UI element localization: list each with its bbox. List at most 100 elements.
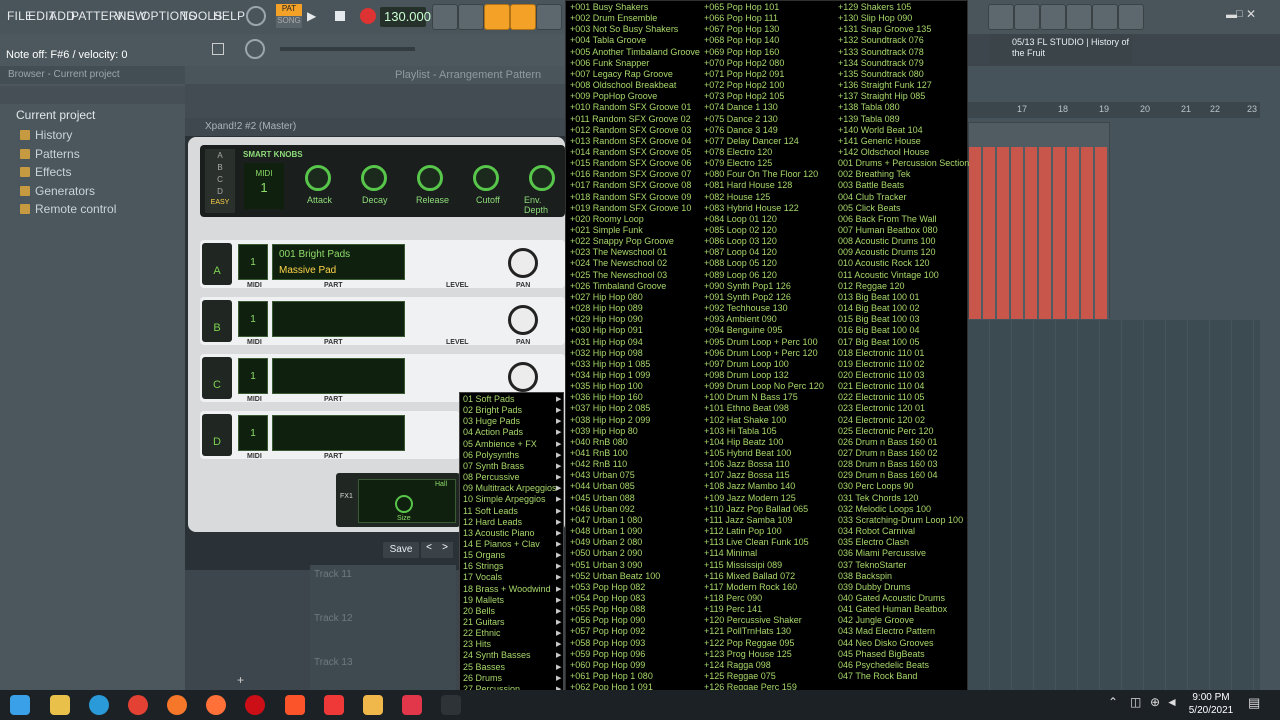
preset-menu-item[interactable]: +088 Loop 05 120 bbox=[704, 258, 777, 268]
preset-menu-item[interactable]: +003 Not So Busy Shakers bbox=[570, 24, 678, 34]
preset-menu-item[interactable]: +097 Drum Loop 100 bbox=[704, 359, 789, 369]
preset-menu-item[interactable]: 033 Scratching-Drum Loop 100 bbox=[838, 515, 963, 525]
preset-menu-item[interactable]: +033 Hip Hop 1 085 bbox=[570, 359, 650, 369]
preset-menu-item[interactable]: +084 Loop 01 120 bbox=[704, 214, 777, 224]
preset-menu-item[interactable]: +130 Slip Hop 090 bbox=[838, 13, 912, 23]
brave-icon[interactable] bbox=[285, 695, 305, 715]
preset-menu-item[interactable]: +133 Soundtrack 078 bbox=[838, 47, 924, 57]
save-icon[interactable] bbox=[1066, 4, 1092, 30]
preset-menu-item[interactable]: +067 Pop Hop 130 bbox=[704, 24, 779, 34]
preset-menu-item[interactable]: +049 Urban 2 080 bbox=[570, 537, 642, 547]
part-a[interactable]: A bbox=[205, 151, 235, 160]
part-b-patch[interactable] bbox=[272, 301, 405, 337]
preset-menu-item[interactable]: 015 Big Beat 100 03 bbox=[838, 314, 920, 324]
preset-menu-item[interactable]: +025 The Newschool 03 bbox=[570, 270, 667, 280]
preset-menu-item[interactable]: +142 Oldschool House bbox=[838, 147, 929, 157]
preset-menu-item[interactable]: 002 Breathing Tek bbox=[838, 169, 910, 179]
preset-menu-item[interactable]: 010 Acoustic Rock 120 bbox=[838, 258, 930, 268]
preset-menu-item[interactable]: +069 Pop Hop 160 bbox=[704, 47, 779, 57]
playlist-ruler[interactable]: 17 18 19 20 21 22 23 bbox=[968, 102, 1260, 118]
preset-menu-item[interactable]: 043 Mad Electro Pattern bbox=[838, 626, 935, 636]
preset-menu-item[interactable]: 011 Acoustic Vintage 100 bbox=[838, 270, 939, 280]
vivaldi-icon[interactable] bbox=[324, 695, 344, 715]
playlist-grid[interactable] bbox=[968, 320, 1260, 690]
fx-display[interactable]: Hall Size bbox=[358, 479, 456, 523]
preset-menu-item[interactable]: +087 Loop 04 120 bbox=[704, 247, 777, 257]
preset-menu-item[interactable]: 036 Miami Percussive bbox=[838, 548, 926, 558]
tempo-display[interactable]: 130.000 bbox=[380, 7, 431, 27]
preset-menu-item[interactable]: +105 Hybrid Beat 100 bbox=[704, 448, 791, 458]
preset-menu-item[interactable]: 044 Neo Disko Grooves bbox=[838, 638, 934, 648]
category-item[interactable]: 07 Synth Brass bbox=[463, 461, 524, 471]
preset-menu-item[interactable]: +096 Drum Loop + Perc 120 bbox=[704, 348, 818, 358]
preset-menu-item[interactable]: +070 Pop Hop2 080 bbox=[704, 58, 784, 68]
preset-menu-item[interactable]: +028 Hip Hop 089 bbox=[570, 303, 643, 313]
preset-menu-item[interactable]: +108 Jazz Mambo 140 bbox=[704, 481, 795, 491]
part-b-pan-knob[interactable] bbox=[508, 305, 538, 335]
preset-menu-item[interactable]: +040 RnB 080 bbox=[570, 437, 628, 447]
preset-menu-item[interactable]: 008 Acoustic Drums 100 bbox=[838, 236, 936, 246]
preset-menu-item[interactable]: 031 Tek Chords 120 bbox=[838, 493, 918, 503]
part-c-patch[interactable] bbox=[272, 358, 405, 394]
preset-menu-item[interactable]: 034 Robot Carnival bbox=[838, 526, 915, 536]
preset-menu-item[interactable]: +004 Tabla Groove bbox=[570, 35, 646, 45]
master-pitch-slider[interactable] bbox=[280, 47, 415, 51]
preset-menu-item[interactable]: +116 Mixed Ballad 072 bbox=[704, 571, 795, 581]
network-icon[interactable]: ◫ bbox=[1130, 695, 1150, 715]
preset-menu-item[interactable]: 035 Electro Clash bbox=[838, 537, 909, 547]
preset-menu-item[interactable]: 046 Psychedelic Beats bbox=[838, 660, 929, 670]
preset-menu-item[interactable]: 042 Jungle Groove bbox=[838, 615, 914, 625]
preset-menu-item[interactable]: +085 Loop 02 120 bbox=[704, 225, 777, 235]
preset-menu-item[interactable]: +074 Dance 1 130 bbox=[704, 102, 778, 112]
preset-menu-item[interactable]: +056 Pop Hop 090 bbox=[570, 615, 645, 625]
preset-menu-item[interactable]: +051 Urban 3 090 bbox=[570, 560, 642, 570]
preset-menu-item[interactable]: 030 Perc Loops 90 bbox=[838, 481, 914, 491]
preset-menu-item[interactable]: +010 Random SFX Groove 01 bbox=[570, 102, 691, 112]
app-icon[interactable] bbox=[441, 695, 461, 715]
pat-toggle[interactable]: PAT bbox=[276, 4, 302, 16]
preset-menu-item[interactable]: +139 Tabla 089 bbox=[838, 114, 900, 124]
preset-menu-item[interactable]: +090 Synth Pop1 126 bbox=[704, 281, 791, 291]
preset-menu-item[interactable]: +018 Random SFX Groove 09 bbox=[570, 192, 691, 202]
part-d-midi[interactable]: 1 bbox=[238, 415, 268, 451]
preset-menu-item[interactable]: +124 Ragga 098 bbox=[704, 660, 771, 670]
category-item[interactable]: 02 Bright Pads bbox=[463, 405, 522, 415]
part-d[interactable]: D bbox=[205, 187, 235, 196]
preset-menu-item[interactable]: +019 Random SFX Groove 10 bbox=[570, 203, 691, 213]
preset-menu-item[interactable]: +055 Pop Hop 088 bbox=[570, 604, 645, 614]
preset-menu-item[interactable]: +044 Urban 085 bbox=[570, 481, 635, 491]
preset-menu-item[interactable]: +111 Jazz Samba 109 bbox=[704, 515, 792, 525]
preset-menu-item[interactable]: +013 Random SFX Groove 04 bbox=[570, 136, 691, 146]
preset-menu-item[interactable]: 016 Big Beat 100 04 bbox=[838, 325, 920, 335]
part-c-pan-knob[interactable] bbox=[508, 362, 538, 392]
preset-menu-item[interactable]: +135 Soundtrack 080 bbox=[838, 69, 924, 79]
preset-menu-item[interactable]: +022 Snappy Pop Groove bbox=[570, 236, 674, 246]
preset-menu-item[interactable]: 037 TeknoStarter bbox=[838, 560, 906, 570]
category-item[interactable]: 16 Strings bbox=[463, 561, 504, 571]
fl-studio-icon[interactable] bbox=[363, 695, 383, 715]
preset-menu-item[interactable]: +094 Benguine 095 bbox=[704, 325, 782, 335]
preset-menu-item[interactable]: +017 Random SFX Groove 08 bbox=[570, 180, 691, 190]
category-item[interactable]: 25 Basses bbox=[463, 662, 505, 672]
preset-menu-item[interactable]: +016 Random SFX Groove 07 bbox=[570, 169, 691, 179]
preset-menu-item[interactable]: 039 Dubby Drums bbox=[838, 582, 911, 592]
preset-menu-item[interactable]: +123 Prog House 125 bbox=[704, 649, 792, 659]
preset-menu-item[interactable]: +102 Hat Shake 100 bbox=[704, 415, 786, 425]
preset-menu-item[interactable]: +048 Urban 1 090 bbox=[570, 526, 642, 536]
category-item[interactable]: 12 Hard Leads bbox=[463, 517, 522, 527]
preset-menu-item[interactable]: +037 Hip Hop 2 085 bbox=[570, 403, 650, 413]
preset-menu-item[interactable]: +059 Pop Hop 096 bbox=[570, 649, 645, 659]
chat-icon[interactable] bbox=[1118, 4, 1144, 30]
preset-menu-item[interactable]: +079 Electro 125 bbox=[704, 158, 772, 168]
preset-menu-item[interactable]: +140 World Beat 104 bbox=[838, 125, 923, 135]
browser-item-history[interactable]: History bbox=[20, 128, 72, 142]
category-item[interactable]: 19 Mallets bbox=[463, 595, 504, 605]
preset-menu-item[interactable]: +131 Snap Groove 135 bbox=[838, 24, 931, 34]
cutoff-knob[interactable] bbox=[473, 165, 499, 191]
browser-item-patterns[interactable]: Patterns bbox=[20, 147, 80, 161]
preset-menu-item[interactable]: +020 Roomy Loop bbox=[570, 214, 644, 224]
preset-menu-item[interactable]: +115 Mississipi 089 bbox=[704, 560, 782, 570]
preset-menu-item[interactable]: +071 Pop Hop2 091 bbox=[704, 69, 784, 79]
preset-menu-item[interactable]: +092 Techhouse 130 bbox=[704, 303, 788, 313]
preset-menu-item[interactable]: 005 Click Beats bbox=[838, 203, 901, 213]
